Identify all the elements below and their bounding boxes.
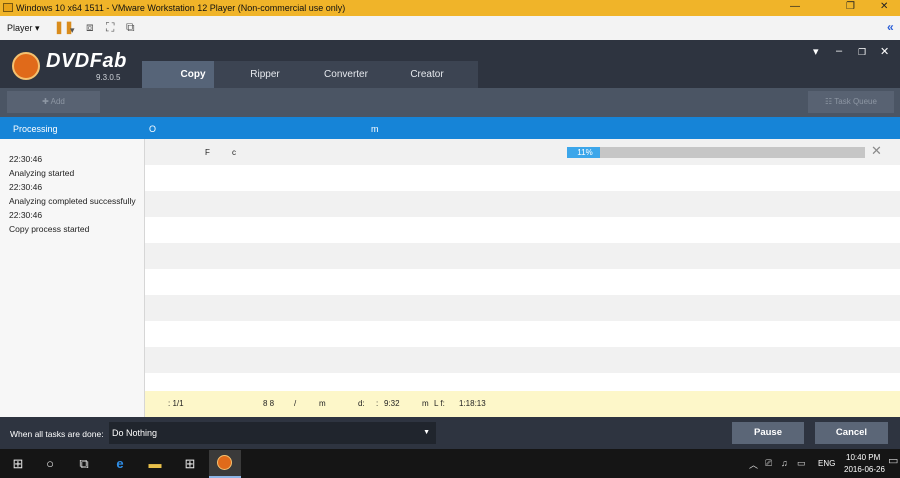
vmware-title-bar: Windows 10 x64 1511 - VMware Workstation… — [0, 0, 900, 16]
task-row-empty — [145, 191, 900, 217]
task-view-icon[interactable]: ⧉ — [70, 452, 98, 476]
task-row-empty — [145, 269, 900, 295]
cancel-button[interactable]: Cancel — [815, 422, 888, 444]
close-task-icon[interactable]: ✕ — [871, 144, 882, 158]
app-logo-text: DVDFab — [46, 50, 127, 72]
info-slash: / — [294, 399, 297, 408]
processing-column-m: m — [371, 124, 379, 134]
close-icon[interactable]: ✕ — [880, 45, 889, 58]
restore-icon[interactable]: ❐ — [846, 1, 855, 12]
vmware-window-title: Windows 10 x64 1511 - VMware Workstation… — [16, 3, 346, 13]
task-row-empty — [145, 165, 900, 191]
task-queue-button[interactable]: ☷ Task Queue — [808, 91, 894, 113]
chevron-down-icon[interactable]: ▾ — [70, 24, 75, 36]
info-size: 8 8 — [263, 399, 275, 408]
expand-icon[interactable]: « — [887, 21, 894, 33]
info-count: : 1/1 — [168, 399, 184, 408]
vmware-toolbar: Player ▾ ❚❚ ▾ ⧈ ⛶ ⧉ « — [0, 16, 900, 41]
fullscreen-icon[interactable]: ⛶ — [106, 21, 114, 33]
dvdfab-taskbar-button[interactable] — [209, 450, 241, 478]
log-line: Copy process started — [9, 224, 90, 234]
task-progress-bar: 11% — [567, 147, 865, 158]
when-done-value: Do Nothing — [112, 428, 158, 438]
processing-label: Processing — [13, 124, 58, 134]
task-row-empty — [145, 217, 900, 243]
info-colon: : — [376, 399, 379, 408]
task-col-f: F — [205, 148, 210, 157]
dvdfab-icon — [217, 455, 232, 470]
task-row-empty — [145, 295, 900, 321]
windows-start-icon[interactable]: ⊞ — [4, 452, 32, 476]
devices-icon[interactable]: ⧈ — [86, 21, 94, 33]
task-info-bar — [145, 391, 900, 417]
dvdfab-logo-icon — [12, 52, 40, 80]
network-icon[interactable]: ⎚ — [765, 458, 772, 469]
log-line: Analyzing started — [9, 168, 75, 178]
info-left-value: 1:18:13 — [459, 399, 486, 408]
log-line: 22:30:46 — [9, 210, 43, 220]
minimize-icon[interactable]: – — [836, 45, 842, 57]
message-icon[interactable]: ▭ — [797, 458, 806, 469]
task-progress-text: 11% — [577, 148, 593, 157]
search-icon[interactable]: ○ — [36, 452, 64, 476]
app-version: 9.3.0.5 — [96, 73, 121, 82]
log-line: 22:30:46 — [9, 154, 43, 164]
task-row-empty — [145, 373, 900, 391]
log-line: Analyzing completed successfully — [9, 196, 136, 206]
processing-bar — [0, 117, 900, 139]
when-done-select[interactable]: Do Nothing ▼ — [109, 422, 436, 444]
player-menu[interactable]: Player ▾ — [7, 23, 40, 34]
info-unit: m — [319, 399, 326, 408]
edge-browser-icon[interactable]: e — [106, 452, 134, 476]
processing-column-o: O — [149, 124, 157, 134]
log-panel: 22:30:46 Analyzing started 22:30:46 Anal… — [0, 139, 145, 417]
task-row-empty — [145, 321, 900, 347]
tray-chevron-icon[interactable]: ︿ — [749, 458, 758, 471]
chevron-down-icon: ▾ — [35, 23, 40, 33]
clock-time[interactable]: 10:40 PM — [846, 453, 880, 462]
task-row-empty — [145, 243, 900, 269]
task-row-empty — [145, 347, 900, 373]
volume-icon[interactable]: ♫ — [781, 458, 788, 468]
file-explorer-icon[interactable]: ▬ — [141, 452, 169, 476]
action-toolbar — [0, 88, 900, 117]
tab-creator[interactable]: Creator — [376, 61, 478, 88]
info-elapsed-value: 9:32 — [384, 399, 400, 408]
add-button[interactable]: ✚ Add — [7, 91, 100, 113]
info-left-label: L f: — [434, 399, 445, 408]
info-unit-m: m — [422, 399, 429, 408]
close-icon[interactable]: ✕ — [880, 1, 888, 12]
clock-date[interactable]: 2016-06-26 — [844, 465, 885, 474]
language-indicator[interactable]: ENG — [818, 459, 835, 468]
vmware-app-icon — [3, 3, 13, 12]
notifications-icon[interactable]: ▭ — [888, 454, 898, 467]
minimize-icon[interactable]: — — [790, 1, 800, 12]
info-elapsed-label: d: — [358, 399, 365, 408]
restore-icon[interactable]: ❐ — [858, 47, 866, 58]
unity-icon[interactable]: ⧉ — [126, 21, 135, 33]
log-line: 22:30:46 — [9, 182, 43, 192]
when-done-label: When all tasks are done: — [10, 429, 104, 439]
menu-dropdown-icon[interactable]: ▾ — [813, 45, 819, 58]
player-menu-label: Player — [7, 23, 33, 33]
pause-button[interactable]: Pause — [732, 422, 804, 444]
task-col-c: c — [232, 148, 236, 157]
store-icon[interactable]: ⊞ — [176, 452, 204, 476]
dropdown-arrow-icon: ▼ — [423, 429, 430, 436]
